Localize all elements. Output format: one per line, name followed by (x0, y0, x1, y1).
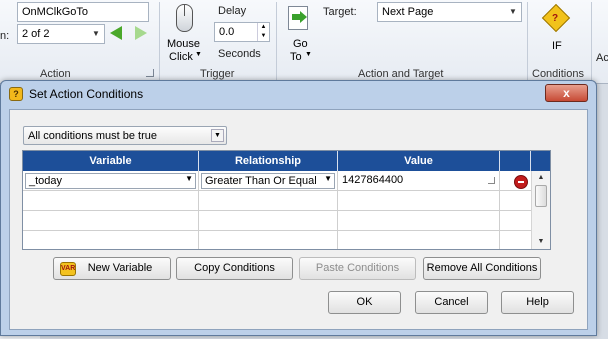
group-separator (276, 2, 277, 82)
value-cell[interactable] (338, 211, 500, 231)
dialog-titlebar[interactable]: ? Set Action Conditions x (1, 81, 596, 107)
column-header-actions (500, 151, 531, 171)
goto-button[interactable]: Go To ▼ (282, 2, 316, 64)
group-label-trigger: Trigger (200, 68, 235, 80)
variable-icon: VAR (60, 262, 76, 276)
scroll-down-icon[interactable]: ▼ (532, 235, 550, 249)
conditions-grid: Variable Relationship Value _today ▼ Gre… (22, 150, 551, 250)
variable-cell[interactable] (23, 231, 199, 249)
variable-select[interactable]: _today ▼ (25, 173, 196, 189)
value-cell[interactable] (338, 191, 500, 211)
paste-conditions-button[interactable]: Paste Conditions (299, 257, 416, 280)
target-select[interactable]: Next Page ▼ (377, 2, 522, 22)
relationship-cell[interactable] (199, 231, 338, 249)
relationship-value: Greater Than Or Equal (205, 175, 317, 187)
table-row[interactable] (23, 191, 531, 211)
table-row[interactable]: _today ▼ Greater Than Or Equal ▼ 1427864… (23, 171, 531, 191)
chevron-down-icon: ▼ (185, 174, 193, 183)
goto-icon (288, 6, 308, 30)
scroll-thumb[interactable] (535, 185, 547, 207)
target-label: Target: (323, 6, 357, 18)
value-cell[interactable] (338, 231, 500, 249)
group-separator (591, 2, 592, 82)
condition-icon: ? (9, 87, 23, 101)
condition-mode-value: All conditions must be true (28, 130, 158, 142)
help-button[interactable]: Help (501, 291, 574, 314)
set-action-conditions-dialog: ? Set Action Conditions x All conditions… (0, 80, 597, 336)
new-variable-label: New Variable (87, 262, 153, 274)
group-label-action-target: Action and Target (358, 68, 444, 80)
delay-label: Delay (218, 5, 247, 17)
group-separator (159, 2, 160, 82)
goto-label-1: Go (293, 38, 308, 50)
grid-header: Variable Relationship Value (23, 151, 550, 171)
vertical-scrollbar[interactable]: ▲ ▼ (531, 171, 550, 249)
chevron-down-icon: ▼ (211, 129, 224, 142)
variable-value: _today (29, 175, 63, 187)
relationship-cell[interactable] (199, 191, 338, 211)
relationship-cell[interactable]: Greater Than Or Equal ▼ (199, 171, 338, 191)
group-separator (527, 2, 528, 82)
group-label-conditions: Conditions (532, 68, 584, 80)
next-page-icon[interactable] (135, 26, 147, 40)
mouse-click-label-2: Click (169, 51, 193, 63)
copy-conditions-button[interactable]: Copy Conditions (176, 257, 293, 280)
column-header-variable[interactable]: Variable (23, 151, 199, 171)
clipped-ribbon-label: Ac (596, 52, 608, 64)
remove-all-conditions-button[interactable]: Remove All Conditions (423, 257, 541, 280)
page-select[interactable]: 2 of 2 ▼ (17, 24, 105, 44)
if-label: IF (552, 40, 562, 52)
target-value: Next Page (382, 6, 434, 18)
variable-cell[interactable] (23, 191, 199, 211)
page-select-value: 2 of 2 (22, 28, 50, 40)
remove-row-icon[interactable] (514, 175, 528, 189)
delay-value: 0.0 (219, 26, 235, 38)
variable-cell[interactable]: _today ▼ (23, 171, 199, 191)
column-header-relationship[interactable]: Relationship (199, 151, 338, 171)
chevron-down-icon: ▼ (324, 174, 332, 183)
ribbon: n: OnMClkGoTo 2 of 2 ▼ Action Mouse Clic… (0, 0, 608, 84)
dialog-title: Set Action Conditions (29, 87, 144, 101)
table-row[interactable] (23, 231, 531, 249)
goto-label-2: To (290, 51, 302, 63)
cancel-button[interactable]: Cancel (415, 291, 488, 314)
delay-input[interactable]: 0.0 ▲ ▼ (214, 22, 270, 42)
chevron-down-icon: ▼ (305, 51, 312, 58)
resize-grip-icon (488, 177, 495, 184)
condition-mode-select[interactable]: All conditions must be true ▼ (23, 126, 227, 145)
dialog-launcher-icon[interactable] (146, 69, 154, 77)
ok-button[interactable]: OK (328, 291, 401, 314)
table-row[interactable] (23, 211, 531, 231)
chevron-down-icon: ▼ (92, 29, 100, 38)
group-label-action: Action (40, 68, 71, 80)
close-button[interactable]: x (545, 84, 588, 102)
action-name-field[interactable]: OnMClkGoTo (17, 2, 149, 22)
page-label: n: (0, 30, 10, 42)
relationship-cell[interactable] (199, 211, 338, 231)
previous-page-icon[interactable] (110, 26, 122, 40)
value-text: 1427864400 (342, 174, 404, 186)
column-header-value[interactable]: Value (338, 151, 500, 171)
mouse-icon (176, 4, 193, 32)
relationship-select[interactable]: Greater Than Or Equal ▼ (201, 173, 335, 189)
if-button[interactable]: ? IF (538, 2, 578, 64)
value-cell[interactable]: 1427864400 (338, 171, 500, 191)
mouse-click-button[interactable]: Mouse Click ▼ (165, 2, 205, 64)
variable-cell[interactable] (23, 211, 199, 231)
mouse-click-label-1: Mouse (167, 38, 201, 50)
scroll-up-icon[interactable]: ▲ (532, 171, 550, 185)
chevron-down-icon: ▼ (509, 7, 517, 16)
dialog-body: All conditions must be true ▼ Variable R… (9, 109, 588, 330)
column-header-scroll (531, 151, 550, 171)
seconds-label: Seconds (218, 48, 261, 60)
delay-spinner[interactable]: ▲ ▼ (257, 23, 269, 41)
new-variable-button[interactable]: VAR New Variable (53, 257, 171, 280)
chevron-down-icon: ▼ (195, 51, 202, 58)
